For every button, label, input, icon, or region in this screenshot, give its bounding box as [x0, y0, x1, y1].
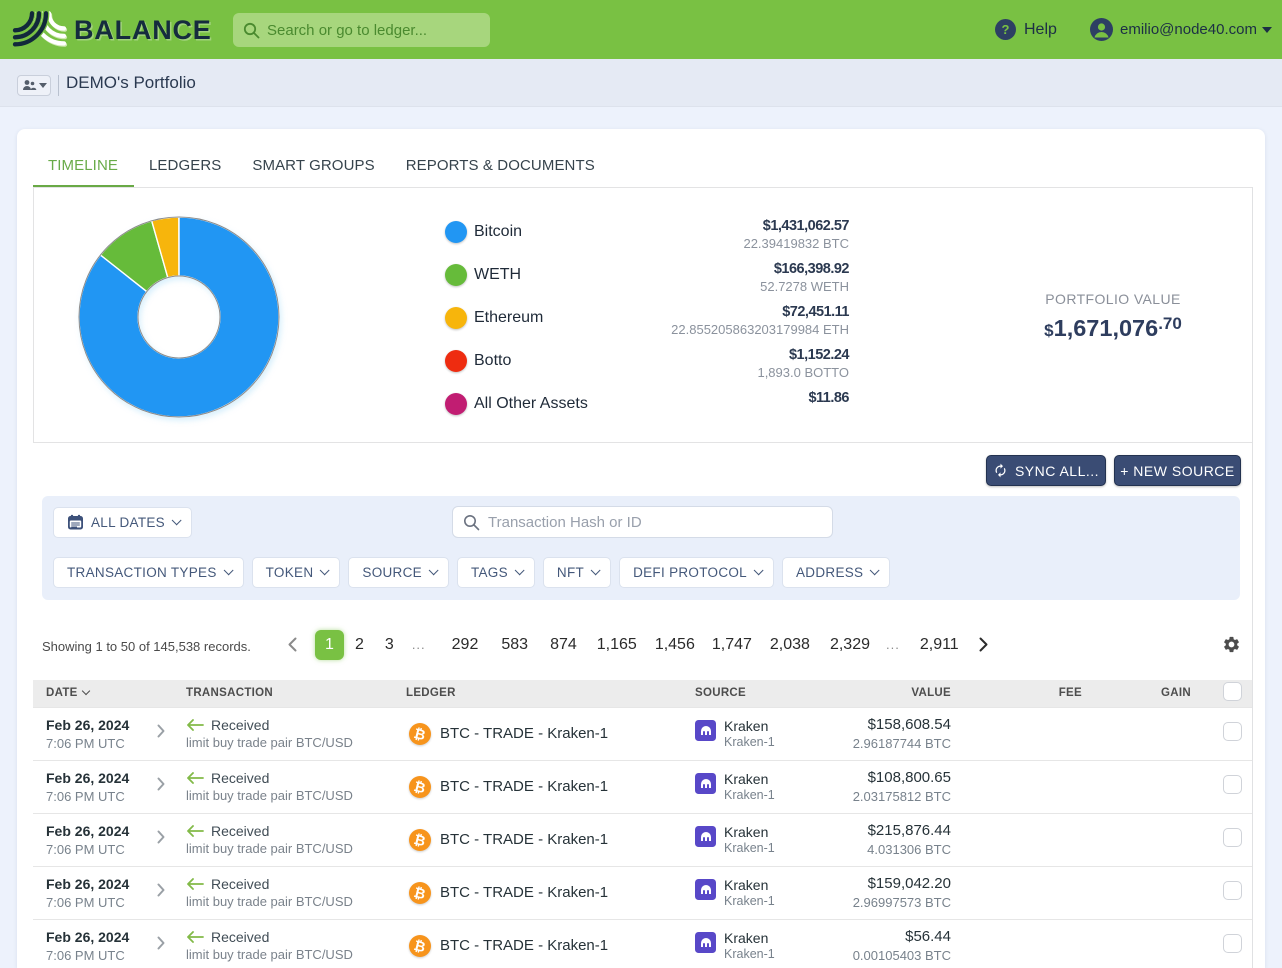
- svg-text:?: ?: [1002, 22, 1010, 37]
